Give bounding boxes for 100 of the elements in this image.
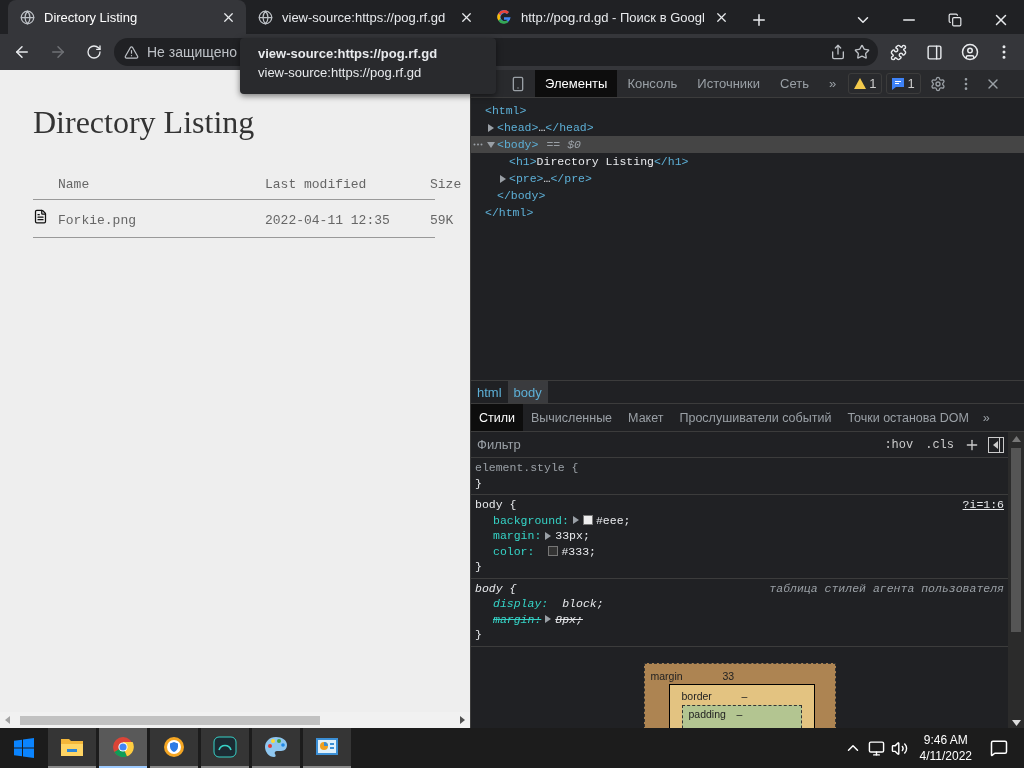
forward-arrow-icon	[49, 43, 67, 61]
warning-icon	[124, 44, 139, 60]
reload-icon	[86, 44, 102, 60]
taskbar-app[interactable]	[48, 728, 96, 768]
devtools-tab[interactable]: Источники	[687, 70, 771, 97]
scroll-down-icon[interactable]	[1011, 720, 1021, 726]
html-tag: <html>	[485, 104, 527, 117]
html-tag: <pre>	[509, 172, 544, 185]
star-icon[interactable]	[854, 44, 870, 60]
app-tile-icon	[213, 736, 237, 758]
clock-time: 9:46 AM	[923, 732, 968, 748]
more-dots-icon[interactable]	[473, 143, 483, 146]
expand-triangle-icon[interactable]	[571, 516, 580, 525]
shield-browser-icon	[163, 736, 185, 758]
table-cell-text: 2022-04-11 12:35	[265, 212, 391, 228]
clock[interactable]: 9:46 AM 4/11/2022	[919, 732, 972, 764]
column-header: Size	[430, 176, 463, 192]
globe-icon	[20, 9, 35, 25]
more-tabs-button[interactable]: »	[976, 404, 996, 431]
sidebar-toggle-icon[interactable]	[988, 436, 1004, 453]
rule-close: }	[475, 559, 483, 575]
css-property: display:	[493, 596, 549, 612]
tooltip-url: view-source:https://pog.rf.gd	[258, 65, 423, 80]
html-tag: <body>	[497, 138, 539, 151]
palette-icon	[264, 736, 288, 758]
settings-icon[interactable]	[929, 76, 946, 92]
message-icon	[892, 77, 905, 90]
expand-triangle-icon[interactable]	[487, 123, 495, 132]
device-toolbar-icon[interactable]	[510, 76, 526, 92]
tab-title: Directory Listing	[44, 9, 139, 25]
collapse-triangle-icon[interactable]	[487, 140, 495, 149]
box-label: border	[681, 689, 713, 702]
html-tag: </head>	[545, 121, 594, 134]
issue-counter[interactable]: 1	[848, 73, 883, 94]
dom-node-row[interactable]: <html>	[471, 102, 1024, 119]
vertical-scrollbar[interactable]	[1008, 432, 1024, 728]
dom-node-row[interactable]: <pre>…</pre>	[471, 170, 1024, 187]
toggle-button[interactable]: .cls	[923, 437, 956, 452]
devtools-tab[interactable]: Консоль	[617, 70, 688, 97]
share-icon[interactable]	[830, 44, 846, 60]
devtools-tab[interactable]: Сеть	[770, 70, 819, 97]
styles-tab[interactable]: Макет	[620, 404, 672, 431]
selected-marker: == $0	[546, 138, 581, 151]
folder-icon	[60, 736, 84, 758]
side-panel-icon[interactable]	[925, 43, 943, 61]
notifications-icon[interactable]	[990, 739, 1008, 757]
ellipsis: …	[543, 172, 551, 185]
rule-selector: body {	[475, 497, 517, 513]
color-swatch[interactable]	[582, 515, 593, 526]
clock-date: 4/11/2022	[919, 748, 972, 764]
scroll-right-icon[interactable]	[458, 716, 466, 724]
tab-title: view-source:https://pog.rf.gd	[282, 9, 447, 25]
taskbar-app[interactable]	[252, 728, 300, 768]
browser-tab[interactable]: http://pog.rd.gd - Поиск в Googl	[484, 0, 739, 34]
dom-node-row[interactable]: <body> == $0	[471, 136, 1024, 153]
color-swatch[interactable]	[548, 546, 559, 557]
css-value: 8px;	[555, 611, 583, 627]
browser-tab[interactable]: view-source:https://pog.rf.gd	[246, 0, 484, 34]
document-icon	[33, 208, 48, 224]
breadcrumb[interactable]: html	[471, 381, 508, 403]
toggle-button[interactable]: :hov	[882, 437, 916, 452]
puzzle-icon[interactable]	[889, 43, 907, 61]
more-tabs-button[interactable]: »	[819, 70, 847, 97]
css-property: color:	[493, 543, 535, 559]
network-icon[interactable]	[867, 739, 885, 757]
source-link[interactable]: ?i=1:6	[962, 497, 1004, 513]
scroll-up-icon[interactable]	[1011, 436, 1021, 442]
issue-count: 1	[869, 76, 877, 91]
styles-tab[interactable]: Стили	[471, 404, 523, 431]
file-link[interactable]: Forkie.png	[58, 212, 265, 228]
start-icon[interactable]	[14, 738, 34, 758]
box-value: –	[741, 689, 748, 702]
dom-node-row[interactable]: <head>…</head>	[471, 119, 1024, 136]
profile-icon[interactable]	[961, 43, 979, 61]
expand-triangle-icon[interactable]	[544, 615, 553, 624]
browser-logo-icon	[112, 736, 134, 758]
css-value: block;	[562, 596, 604, 612]
column-header: Last modified	[265, 176, 368, 192]
expand-triangle-icon[interactable]	[544, 531, 553, 540]
html-tag: </h1>	[653, 155, 689, 168]
volume-icon[interactable]	[890, 739, 908, 757]
rule-close: }	[475, 475, 483, 491]
dom-node-row[interactable]: <h1>Directory Listing</h1>	[471, 153, 1024, 170]
browser-tab[interactable]: Directory Listing	[8, 0, 246, 34]
styles-tab[interactable]: Точки останова DOM	[839, 404, 977, 431]
issue-counter[interactable]: 1	[886, 73, 921, 94]
styles-tab[interactable]: Прослушиватели событий	[671, 404, 840, 431]
warning-icon	[854, 78, 867, 89]
restore-icon[interactable]	[948, 13, 962, 27]
devtools-tab[interactable]: Элементы	[535, 70, 618, 97]
taskbar-app[interactable]	[303, 728, 351, 768]
styles-tab[interactable]: Вычисленные	[523, 404, 621, 431]
box-label: padding	[688, 707, 727, 720]
taskbar-app[interactable]	[150, 728, 198, 768]
rule-close: }	[475, 627, 483, 643]
expand-triangle-icon[interactable]	[499, 174, 507, 183]
issue-count: 1	[907, 76, 915, 91]
html-tag: </body>	[497, 189, 546, 202]
box-value: –	[736, 707, 743, 720]
breadcrumb[interactable]: body	[507, 381, 548, 403]
